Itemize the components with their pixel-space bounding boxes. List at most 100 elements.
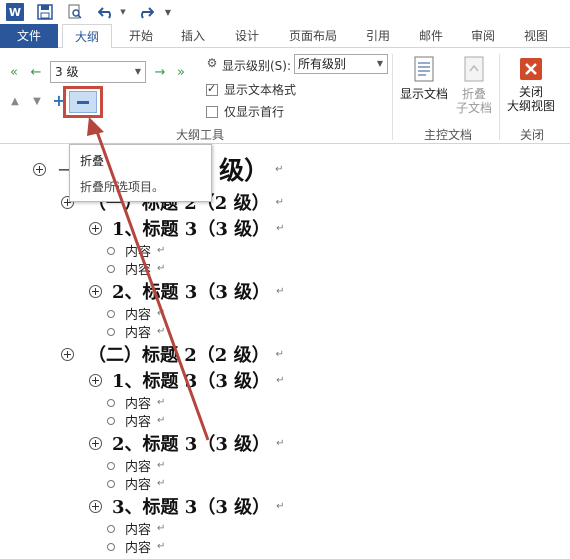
- promote-to-heading1-icon[interactable]: «: [6, 64, 22, 80]
- outline-body[interactable]: 内容 ↵: [107, 411, 165, 430]
- paragraph-mark-icon: ↵: [157, 541, 166, 552]
- outline-body[interactable]: 内容 ↵: [107, 304, 165, 323]
- save-icon[interactable]: [36, 2, 54, 22]
- paragraph-mark-icon: ↵: [157, 460, 166, 471]
- paragraph-mark-icon: ↵: [157, 397, 166, 408]
- expand-circle-icon[interactable]: [89, 436, 102, 450]
- collapse-subdocuments-icon: [464, 56, 484, 82]
- move-up-icon[interactable]: ▲: [8, 94, 22, 108]
- body-bullet-icon: [107, 264, 115, 273]
- body-bullet-icon: [107, 246, 115, 255]
- outline-body[interactable]: 内容 ↵: [107, 456, 165, 475]
- tab-references[interactable]: 引用: [358, 24, 398, 48]
- body-bullet-icon: [107, 479, 115, 488]
- tab-insert[interactable]: 插入: [172, 24, 214, 48]
- show-level-label: 显示级别(S):: [222, 59, 292, 73]
- group-label-master-document: 主控文档: [423, 128, 472, 142]
- outline-body[interactable]: 内容 ↵: [107, 393, 165, 412]
- body-bullet-icon: [107, 524, 115, 533]
- gear-icon: ⚙: [206, 56, 218, 70]
- expand-circle-icon[interactable]: [89, 373, 102, 387]
- tab-home[interactable]: 开始: [120, 24, 162, 48]
- checkbox-unchecked-icon[interactable]: [206, 105, 218, 118]
- paragraph-mark-icon: ↵: [275, 196, 284, 208]
- expand-circle-icon[interactable]: [89, 499, 102, 513]
- group-separator: [392, 54, 393, 140]
- expand-circle-icon[interactable]: [33, 162, 46, 176]
- paragraph-mark-icon: ↵: [157, 523, 166, 534]
- collapse-subdocuments-button[interactable]: 折叠 子文档: [452, 56, 496, 115]
- outline-body[interactable]: 内容 ↵: [107, 322, 165, 341]
- minus-icon: [77, 100, 89, 104]
- group-label-close: 关闭: [519, 128, 544, 142]
- paragraph-mark-icon: ↵: [276, 285, 285, 297]
- paragraph-mark-icon: ↵: [275, 163, 284, 175]
- tab-design[interactable]: 设计: [226, 24, 268, 48]
- outline-body[interactable]: 内容 ↵: [107, 537, 165, 556]
- expand-circle-icon[interactable]: [89, 284, 102, 298]
- show-text-format-checkbox[interactable]: 显示文本格式: [206, 81, 296, 98]
- promote-icon[interactable]: ←: [28, 64, 44, 80]
- outline-body[interactable]: 内容 ↵: [107, 474, 165, 493]
- close-outline-icon: [520, 58, 542, 80]
- outline-body[interactable]: 内容 ↵: [107, 519, 165, 538]
- paragraph-mark-icon: ↵: [157, 415, 166, 426]
- checkbox-checked-icon[interactable]: [206, 82, 218, 96]
- outline-heading3[interactable]: 1、标题 3（3 级） ↵: [89, 215, 285, 241]
- outline-heading3[interactable]: 1、标题 3（3 级） ↵: [89, 367, 285, 393]
- body-bullet-icon: [107, 309, 115, 318]
- chevron-down-icon: ▼: [134, 67, 141, 76]
- tab-view[interactable]: 视图: [514, 24, 558, 48]
- paragraph-mark-icon: ↵: [275, 348, 284, 360]
- ribbon-tabs: 文件 大纲 开始 插入 设计 页面布局 引用 邮件 审阅 视图: [0, 24, 570, 49]
- tab-mailings[interactable]: 邮件: [410, 24, 452, 48]
- collapse-tooltip: 折叠 折叠所选项目。: [69, 144, 212, 202]
- quick-access-toolbar: W ▼ ▼: [0, 0, 570, 24]
- paragraph-mark-icon: ↵: [157, 478, 166, 489]
- expand-circle-icon[interactable]: [61, 347, 74, 361]
- move-down-icon[interactable]: ▼: [30, 94, 44, 108]
- show-document-icon: [414, 56, 434, 82]
- close-outline-view-button[interactable]: 关闭 大纲视图: [503, 56, 559, 113]
- undo-icon[interactable]: [96, 2, 118, 22]
- show-first-line-only-checkbox[interactable]: 仅显示首行: [206, 103, 284, 120]
- customize-qat-icon[interactable]: ▼: [162, 2, 174, 22]
- outline-level-select[interactable]: 3 级 ▼: [50, 61, 146, 83]
- body-bullet-icon: [107, 416, 115, 425]
- outline-body[interactable]: 内容 ↵: [107, 259, 165, 278]
- outline-heading3[interactable]: 2、标题 3（3 级） ↵: [89, 278, 285, 304]
- group-label-outline-tools: 大纲工具: [175, 128, 224, 142]
- outline-document: — （1 级） ↵ （一）标题 2（2 级） ↵ 1、标题 3（3 级） ↵ 内…: [0, 145, 570, 559]
- tab-outline[interactable]: 大纲: [62, 24, 112, 49]
- demote-icon[interactable]: →: [152, 64, 168, 80]
- body-bullet-icon: [107, 542, 115, 551]
- chevron-down-icon: ▼: [376, 59, 383, 68]
- paragraph-mark-icon: ↵: [157, 245, 166, 256]
- show-document-button[interactable]: 显示文档: [398, 56, 450, 101]
- undo-dropdown-icon[interactable]: ▼: [118, 2, 128, 22]
- tab-file[interactable]: 文件: [0, 24, 58, 48]
- group-separator: [499, 54, 500, 140]
- tooltip-title: 折叠: [80, 154, 105, 168]
- demote-to-body-icon[interactable]: »: [172, 64, 190, 80]
- print-preview-icon[interactable]: [66, 2, 84, 22]
- body-bullet-icon: [107, 461, 115, 470]
- outline-heading3[interactable]: 2、标题 3（3 级） ↵: [89, 430, 285, 456]
- paragraph-mark-icon: ↵: [276, 374, 285, 386]
- outline-body[interactable]: 内容 ↵: [107, 241, 165, 260]
- outline-heading3[interactable]: 3、标题 3（3 级） ↵: [89, 493, 285, 519]
- expand-circle-icon[interactable]: [89, 221, 102, 235]
- show-level-select[interactable]: 所有级别 ▼: [294, 54, 388, 74]
- paragraph-mark-icon: ↵: [276, 222, 285, 234]
- tooltip-description: 折叠所选项目。: [80, 180, 165, 194]
- redo-icon[interactable]: [136, 2, 154, 22]
- paragraph-mark-icon: ↵: [276, 437, 285, 449]
- tab-page-layout[interactable]: 页面布局: [283, 24, 343, 48]
- paragraph-mark-icon: ↵: [276, 500, 285, 512]
- outline-heading2[interactable]: （二）标题 2（2 级） ↵: [61, 341, 284, 367]
- word-logo-icon: W: [6, 3, 24, 21]
- collapse-button[interactable]: [69, 91, 97, 113]
- tab-review[interactable]: 审阅: [462, 24, 504, 48]
- paragraph-mark-icon: ↵: [157, 308, 166, 319]
- body-bullet-icon: [107, 327, 115, 336]
